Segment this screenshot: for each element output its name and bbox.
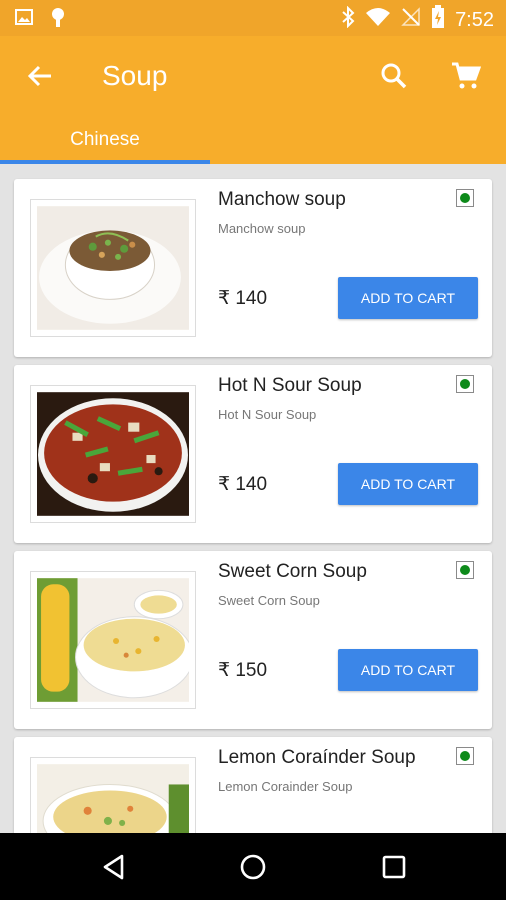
product-image [30,199,196,337]
wifi-icon [365,7,391,32]
product-image [30,385,196,523]
veg-indicator-icon [456,747,474,765]
product-list[interactable]: Manchow soup Manchow soup ₹ 140 ADD TO C… [0,164,506,833]
image-icon [14,7,34,32]
android-icon [48,6,68,33]
add-to-cart-button[interactable]: ADD TO CART [338,649,478,691]
product-name: Manchow soup [218,189,346,210]
product-description: Sweet Corn Soup [218,593,320,608]
nav-recents-button[interactable] [376,849,412,885]
tab-label: Chinese [70,129,140,150]
shopping-cart-icon [452,62,481,89]
veg-indicator-icon [456,375,474,393]
add-to-cart-button[interactable]: ADD TO CART [338,463,478,505]
search-icon [381,63,407,89]
product-card: Manchow soup Manchow soup ₹ 140 ADD TO C… [14,179,492,357]
product-price: ₹ 140 [218,474,268,495]
cart-button[interactable] [446,56,486,96]
back-button[interactable] [22,58,58,94]
no-signal-icon [401,7,421,32]
arrow-back-icon [27,65,51,87]
product-card: Lemon Coraínder Soup Lemon Corainder Sou… [14,737,492,833]
product-name: Hot N Sour Soup [218,375,362,396]
product-description: Hot N Sour Soup [218,407,317,422]
battery-charging-icon [431,5,445,34]
product-image [30,757,196,833]
navigation-bar [0,833,506,900]
product-price: ₹ 140 [218,288,268,309]
bluetooth-icon [341,5,355,33]
app-bar: Soup Chinese [0,36,506,164]
product-name: Sweet Corn Soup [218,561,367,582]
status-bar: 7:52 [0,0,506,36]
product-description: Manchow soup [218,221,306,236]
product-card: Hot N Sour Soup Hot N Sour Soup ₹ 140 AD… [14,365,492,543]
add-to-cart-button[interactable]: ADD TO CART [338,277,478,319]
veg-indicator-icon [456,189,474,207]
status-time: 7:52 [455,8,494,31]
nav-home-button[interactable] [235,849,271,885]
product-name: Lemon Coraínder Soup [218,747,416,768]
recents-square-icon [382,855,406,879]
tab-chinese[interactable]: Chinese [0,120,210,164]
nav-back-button[interactable] [96,849,132,885]
home-circle-icon [240,854,266,880]
search-button[interactable] [374,56,414,96]
page-title: Soup [102,60,168,91]
back-triangle-icon [103,854,124,880]
product-price: ₹ 150 [218,660,268,681]
veg-indicator-icon [456,561,474,579]
product-image [30,571,196,709]
product-card: Sweet Corn Soup Sweet Corn Soup ₹ 150 AD… [14,551,492,729]
product-description: Lemon Corainder Soup [218,779,353,794]
